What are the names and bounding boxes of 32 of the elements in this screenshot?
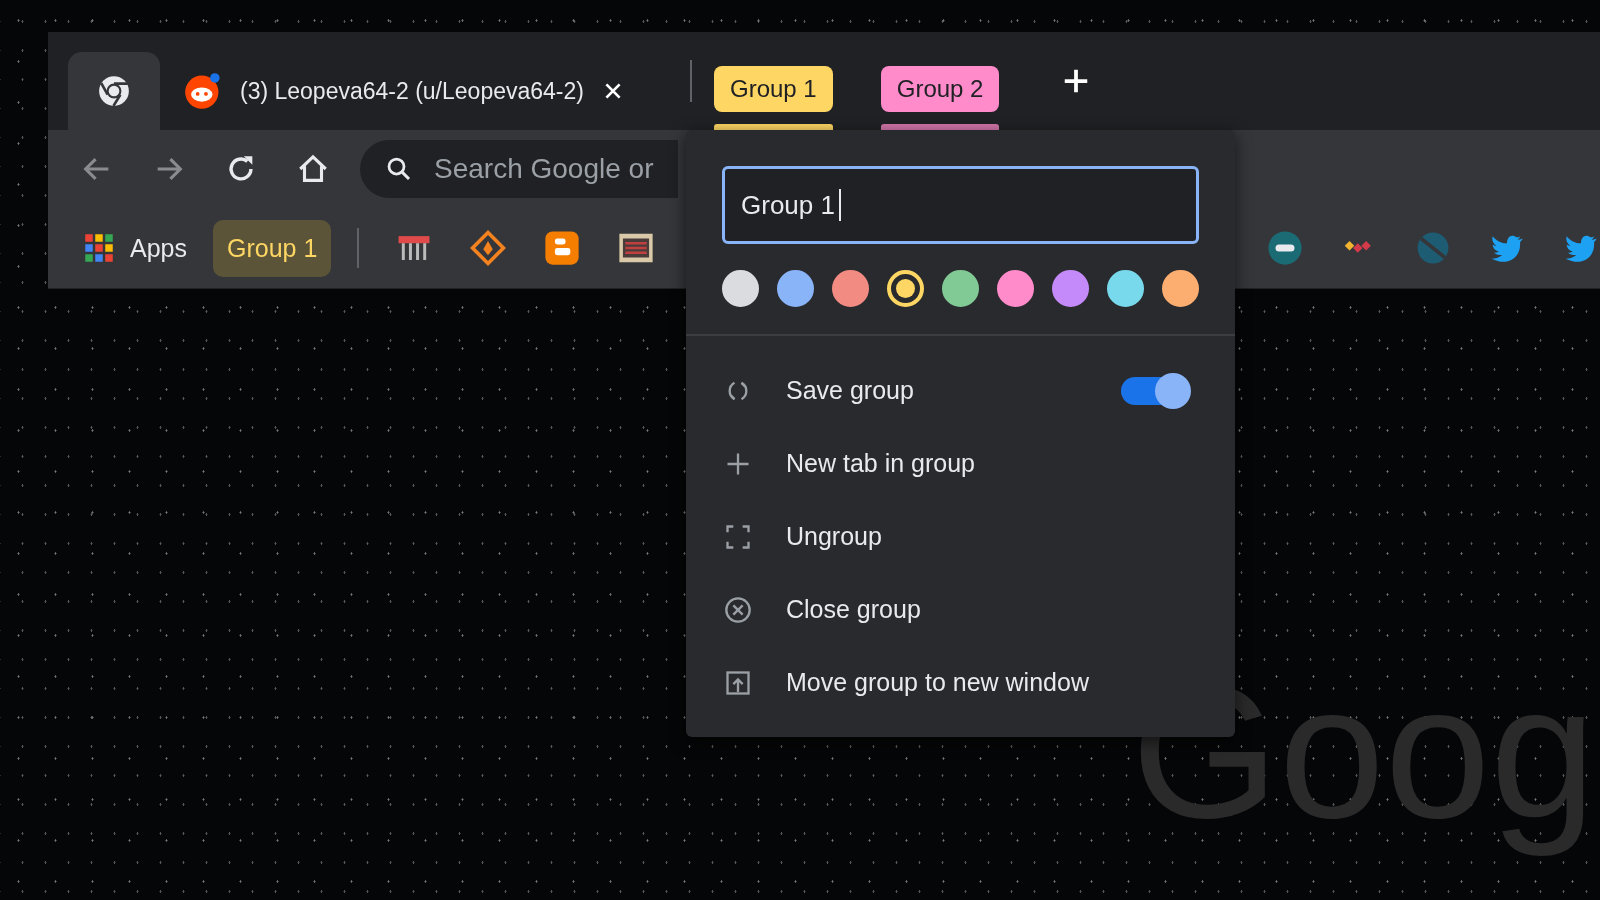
address-bar[interactable]: Search Google or bbox=[360, 140, 678, 198]
toggle-switch[interactable] bbox=[1121, 372, 1191, 409]
browser-logo-icon bbox=[97, 74, 131, 108]
tab-group-chip[interactable]: Group 2 bbox=[880, 66, 1000, 112]
menu-item[interactable]: New tab in group bbox=[786, 449, 975, 478]
diamond-icon[interactable] bbox=[469, 229, 508, 267]
close-circle-icon bbox=[724, 595, 752, 624]
robot-face-icon bbox=[184, 72, 222, 110]
menu-item[interactable]: Ungroup bbox=[786, 522, 882, 551]
tab-title: (3) Leopeva64-2 (u/Leopeva64-2) bbox=[240, 77, 584, 105]
group-name-text: Group 1 bbox=[741, 189, 835, 221]
tab-group-chip[interactable]: Group 1 bbox=[714, 66, 833, 112]
color-swatch[interactable] bbox=[887, 270, 924, 307]
circle-badge-icon[interactable] bbox=[1266, 229, 1304, 267]
rounded-square-icon[interactable] bbox=[543, 229, 582, 267]
bookmark-group-chip[interactable]: Group 1 bbox=[213, 219, 332, 277]
apps-grid-icon bbox=[84, 233, 114, 263]
color-swatch[interactable] bbox=[1162, 270, 1199, 307]
color-swatch[interactable] bbox=[1052, 270, 1089, 307]
menu-item[interactable]: Close group bbox=[786, 595, 921, 624]
color-swatch[interactable] bbox=[777, 270, 814, 307]
color-swatch[interactable] bbox=[832, 270, 869, 307]
color-swatch[interactable] bbox=[1107, 270, 1144, 307]
group-name-field[interactable]: Group 1 bbox=[722, 166, 1199, 244]
color-swatch[interactable] bbox=[942, 270, 979, 307]
browser-tab[interactable]: (3) Leopeva64-2 (u/Leopeva64-2) bbox=[160, 52, 680, 130]
menu-item[interactable]: Move group to new window bbox=[786, 668, 1089, 697]
menu-item[interactable]: Save group bbox=[786, 376, 914, 405]
pinned-tab[interactable] bbox=[68, 52, 160, 130]
arrow-up-box-icon bbox=[724, 668, 752, 697]
apps-label[interactable]: Apps bbox=[130, 233, 187, 263]
color-swatch[interactable] bbox=[997, 270, 1034, 307]
